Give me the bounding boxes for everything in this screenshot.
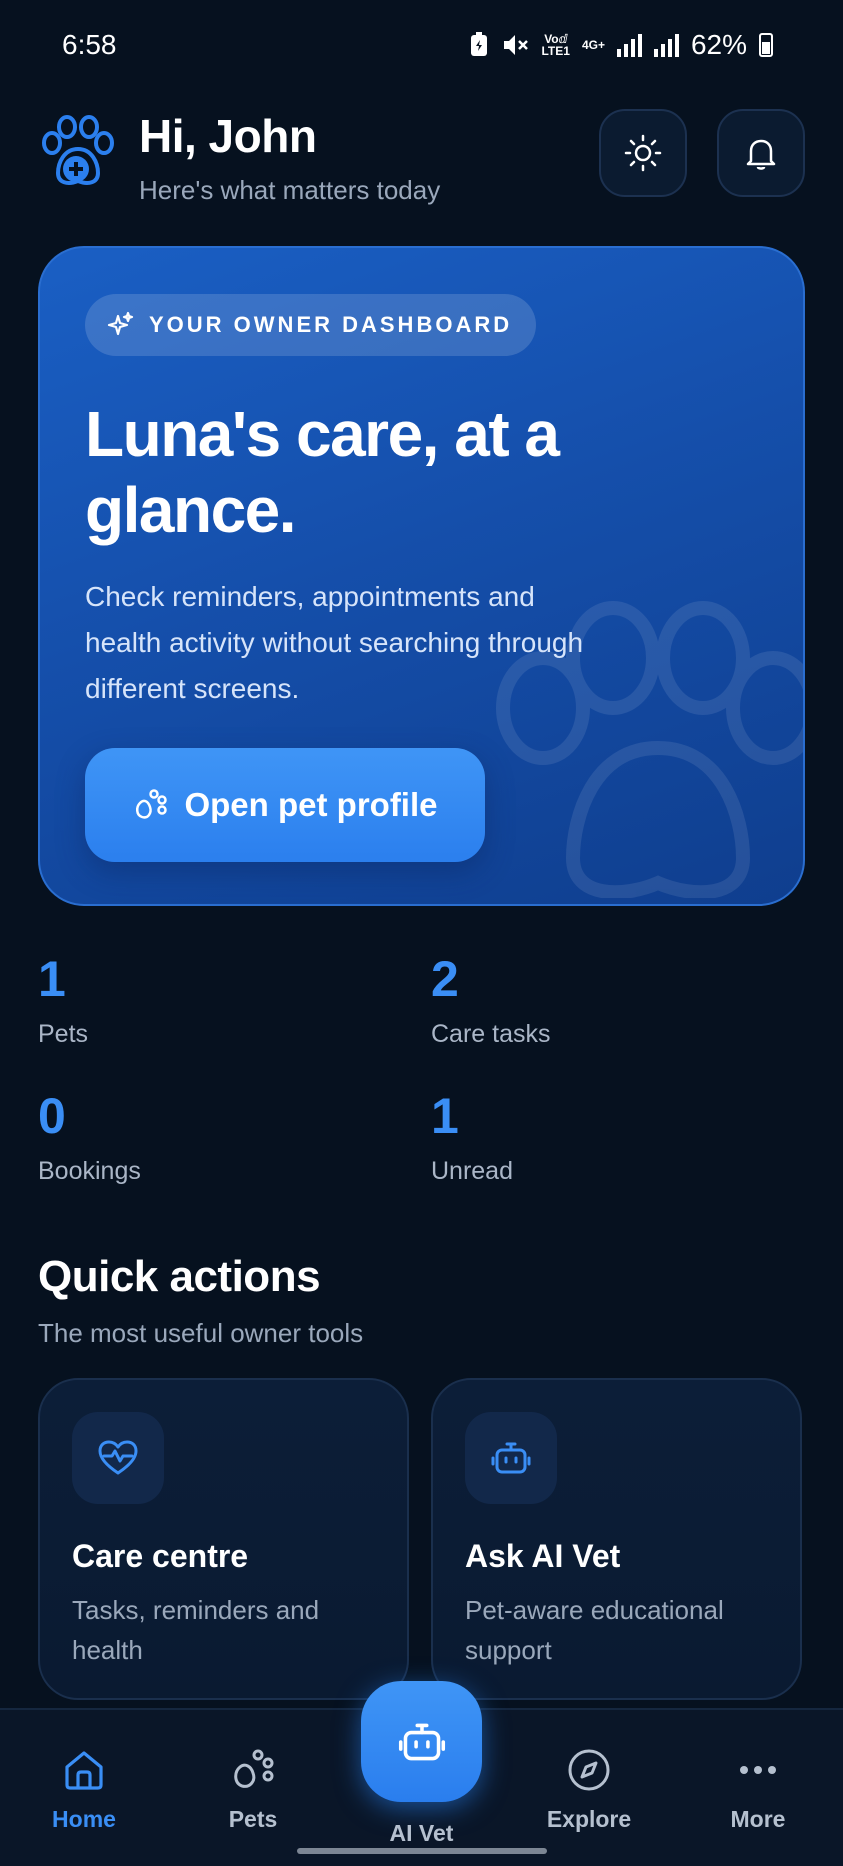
sun-icon xyxy=(624,134,662,172)
nav-pets[interactable]: Pets xyxy=(183,1710,323,1840)
sparkle-icon xyxy=(107,311,134,336)
stat-label: Unread xyxy=(431,1157,513,1185)
volte-indicator: Voⅆ LTE1 xyxy=(541,32,570,58)
theme-toggle-button[interactable] xyxy=(599,109,687,197)
robot-icon xyxy=(491,1442,531,1474)
card-title: Care centre xyxy=(72,1538,249,1574)
stat-pets[interactable]: 1 Pets xyxy=(38,950,88,1049)
hero-card: YOUR OWNER DASHBOARD Luna's care, at a g… xyxy=(38,246,805,906)
signal-icon xyxy=(616,33,642,57)
greeting-subtitle: Here's what matters today xyxy=(139,175,441,205)
battery-icon xyxy=(759,33,773,57)
stat-label: Pets xyxy=(38,1020,89,1048)
status-bar: 6:58 Voⅆ LTE1 4G+ 62% xyxy=(0,0,843,90)
header: Hi, John Here's what matters today xyxy=(38,105,805,205)
stat-care-tasks[interactable]: 2 Care tasks xyxy=(431,950,550,1049)
nav-home[interactable]: Home xyxy=(14,1710,154,1840)
bell-icon xyxy=(746,139,776,170)
battery-percent: 62% xyxy=(690,29,747,60)
quick-actions-subtitle: The most useful owner tools xyxy=(38,1318,364,1348)
paw-icon xyxy=(136,789,168,819)
card-description: Pet-aware educational support xyxy=(465,1595,724,1665)
status-time: 6:58 xyxy=(62,29,117,60)
more-icon xyxy=(740,1766,776,1774)
nav-label: Home xyxy=(52,1806,116,1832)
stat-unread[interactable]: 1 Unread xyxy=(431,1087,513,1186)
heart-pulse-icon xyxy=(98,1440,138,1475)
notifications-button[interactable] xyxy=(717,109,805,197)
stat-value: 1 xyxy=(431,1088,459,1144)
greeting: Hi, John xyxy=(139,110,317,162)
stat-value: 1 xyxy=(38,951,66,1007)
quick-actions-title: Quick actions xyxy=(38,1252,321,1301)
ai-vet-fab-button[interactable] xyxy=(361,1681,482,1802)
robot-icon xyxy=(398,1723,445,1760)
ask-ai-vet-icon-tile xyxy=(465,1412,557,1504)
card-description: Tasks, reminders and health xyxy=(72,1595,320,1665)
network-type: 4G+ xyxy=(581,38,605,52)
nav-label-ai-vet[interactable]: AI Vet xyxy=(361,1820,482,1847)
dashboard-pill-label: YOUR OWNER DASHBOARD xyxy=(149,312,513,337)
open-pet-profile-button[interactable]: Open pet profile xyxy=(85,748,485,862)
nav-more[interactable]: More xyxy=(688,1710,828,1840)
stat-bookings[interactable]: 0 Bookings xyxy=(38,1087,141,1186)
stat-value: 2 xyxy=(431,951,459,1007)
gesture-home-indicator[interactable] xyxy=(297,1848,547,1854)
stat-label: Care tasks xyxy=(431,1020,551,1048)
hero-title: Luna's care, at a glance. xyxy=(85,398,560,546)
nav-label: Pets xyxy=(228,1806,278,1832)
hero-description: Check reminders, appointments and health… xyxy=(85,581,584,704)
care-centre-card[interactable]: Care centre Tasks, reminders and health xyxy=(38,1378,409,1700)
open-pet-profile-label: Open pet profile xyxy=(184,786,438,823)
status-icons: Voⅆ LTE1 4G+ 62% xyxy=(469,29,773,61)
card-title: Ask AI Vet xyxy=(465,1538,621,1574)
paw-medical-logo-icon xyxy=(42,115,114,185)
signal-icon-2 xyxy=(653,33,679,57)
care-centre-icon-tile xyxy=(72,1412,164,1504)
paw-icon xyxy=(234,1749,274,1788)
nav-explore[interactable]: Explore xyxy=(519,1710,659,1840)
nav-label: More xyxy=(730,1806,786,1832)
home-icon xyxy=(65,1751,103,1790)
battery-saver-icon xyxy=(471,32,488,56)
ask-ai-vet-card[interactable]: Ask AI Vet Pet-aware educational support xyxy=(431,1378,802,1700)
mute-icon xyxy=(504,35,529,55)
dashboard-pill: YOUR OWNER DASHBOARD xyxy=(85,294,537,356)
nav-label: Explore xyxy=(546,1806,632,1832)
stat-label: Bookings xyxy=(38,1157,141,1185)
stat-value: 0 xyxy=(38,1088,66,1144)
compass-icon xyxy=(568,1749,610,1791)
